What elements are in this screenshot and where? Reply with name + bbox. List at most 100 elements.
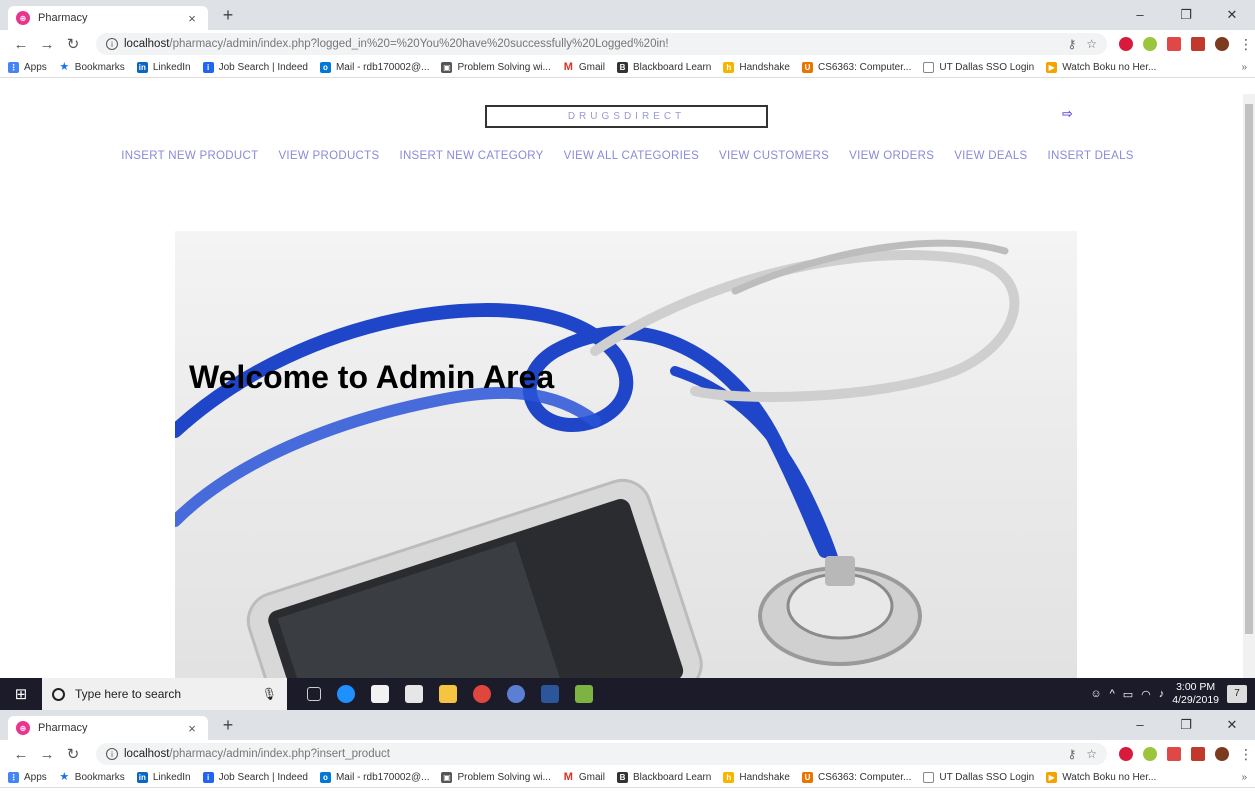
minimize-icon[interactable]: – (1117, 0, 1163, 30)
bookmark-item[interactable]: ★ Bookmarks (59, 62, 124, 74)
forward-icon[interactable]: → (36, 746, 58, 763)
chrome-icon[interactable] (473, 685, 491, 703)
word-icon[interactable] (541, 685, 559, 703)
bookmarks-overflow-icon[interactable]: » (1241, 772, 1247, 783)
nav-insert-category[interactable]: INSERT NEW CATEGORY (399, 150, 543, 162)
key-icon[interactable]: ⚷ (1067, 37, 1076, 51)
new-tab-icon[interactable]: + (218, 5, 238, 26)
reload-icon[interactable]: ↻ (62, 745, 84, 763)
task-view-icon[interactable] (307, 687, 321, 701)
new-tab-icon[interactable]: + (218, 715, 238, 736)
star-icon[interactable]: ☆ (1086, 747, 1097, 761)
bookmark-item[interactable]: U CS6363: Computer... (801, 62, 911, 73)
people-icon[interactable]: ☺ (1090, 688, 1101, 700)
bookmarks-overflow-icon[interactable]: » (1241, 62, 1247, 73)
reload-icon[interactable]: ↻ (62, 35, 84, 53)
adblock-icon[interactable] (1119, 37, 1133, 51)
bookmark-item[interactable]: o Mail - rdb170002@... (319, 62, 429, 73)
back-icon[interactable]: ← (10, 36, 32, 53)
taskbar-search[interactable]: Type here to search 🎙 (42, 678, 287, 710)
pocket-icon[interactable] (1167, 37, 1181, 51)
forward-icon[interactable]: → (36, 36, 58, 53)
bookmark-item[interactable]: M Gmail (563, 772, 605, 784)
bookmark-item[interactable]: ▣ Problem Solving wi... (441, 772, 551, 783)
address-bar[interactable]: i localhost/pharmacy/admin/index.php?ins… (96, 743, 1107, 765)
bookmark-item[interactable]: ▶ Watch Boku no Her... (1046, 772, 1156, 783)
store-icon[interactable] (371, 685, 389, 703)
time: 3:00 PM (1176, 681, 1216, 693)
restore-icon[interactable]: ❐ (1163, 0, 1209, 30)
nav-view-orders[interactable]: VIEW ORDERS (849, 150, 934, 162)
scrollbar-thumb[interactable] (1245, 104, 1253, 634)
nav-view-products[interactable]: VIEW PRODUCTS (278, 150, 379, 162)
logout-icon[interactable]: ⇨ (1062, 106, 1073, 122)
restore-icon[interactable]: ❐ (1163, 710, 1209, 740)
bookmark-item[interactable]: ▣ Problem Solving wi... (441, 62, 551, 73)
profile-avatar[interactable] (1215, 37, 1229, 51)
paint-icon[interactable] (575, 685, 593, 703)
tab-close-icon[interactable]: × (184, 11, 200, 26)
browser-window-1: ⊕ Pharmacy × + – ❐ ✕ ← → ↻ i localhost/p… (0, 0, 1255, 78)
adblock-icon[interactable] (1119, 747, 1133, 761)
info-icon[interactable]: i (106, 38, 118, 50)
bookmark-item[interactable]: h Handshake (723, 62, 790, 73)
bookmark-item[interactable]: ★ Bookmarks (59, 771, 124, 784)
bookmark-item[interactable]: UT Dallas SSO Login (923, 772, 1034, 783)
info-icon[interactable]: i (106, 748, 118, 760)
clock[interactable]: 3:00 PM 4/29/2019 (1172, 681, 1219, 707)
bookmark-item[interactable]: ⋮ Apps (8, 772, 47, 783)
battery-icon[interactable]: ▭ (1123, 688, 1133, 701)
menu-icon[interactable]: ⋮ (1239, 37, 1253, 51)
profile-avatar[interactable] (1215, 747, 1229, 761)
bookmark-item[interactable]: in LinkedIn (136, 62, 191, 73)
extension-icon[interactable] (1143, 37, 1157, 51)
close-window-icon[interactable]: ✕ (1209, 0, 1255, 30)
page-icon (923, 772, 935, 783)
bookmark-item[interactable]: B Blackboard Learn (616, 772, 711, 783)
pocket-icon[interactable] (1167, 747, 1181, 761)
bookmark-item[interactable]: M Gmail (563, 62, 605, 74)
notification-icon[interactable]: 7 (1227, 685, 1247, 703)
bookmark-item[interactable]: UT Dallas SSO Login (923, 62, 1034, 73)
nav-view-deals[interactable]: VIEW DEALS (954, 150, 1027, 162)
nav-view-customers[interactable]: VIEW CUSTOMERS (719, 150, 829, 162)
bookmark-item[interactable]: i Job Search | Indeed (202, 62, 308, 73)
microphone-icon[interactable]: 🎙 (262, 687, 277, 701)
bookmark-item[interactable]: o Mail - rdb170002@... (319, 772, 429, 783)
bookmark-item[interactable]: in LinkedIn (136, 772, 191, 783)
wifi-icon[interactable]: ◠ (1141, 688, 1151, 701)
brand-logo[interactable]: DRUGSDIRECT (485, 105, 768, 128)
bookmark-item[interactable]: ▶ Watch Boku no Her... (1046, 62, 1156, 73)
windows-start-icon[interactable]: ⊞ (0, 685, 42, 703)
close-window-icon[interactable]: ✕ (1209, 710, 1255, 740)
file-explorer-icon[interactable] (439, 685, 457, 703)
pdf-icon[interactable] (1191, 37, 1205, 51)
extension-icon[interactable] (1143, 747, 1157, 761)
chevron-up-icon[interactable]: ^ (1110, 688, 1115, 700)
date: 4/29/2019 (1172, 694, 1219, 706)
mail-icon[interactable] (405, 685, 423, 703)
star-icon: ★ (59, 771, 70, 783)
edge-icon[interactable] (337, 685, 355, 703)
tab-pharmacy[interactable]: ⊕ Pharmacy × (8, 6, 208, 30)
bookmark-item[interactable]: h Handshake (723, 772, 790, 783)
nav-insert-product[interactable]: INSERT NEW PRODUCT (121, 150, 258, 162)
key-icon[interactable]: ⚷ (1067, 747, 1076, 761)
nav-view-categories[interactable]: VIEW ALL CATEGORIES (564, 150, 699, 162)
bookmark-item[interactable]: ⋮ Apps (8, 62, 47, 73)
bookmark-item[interactable]: i Job Search | Indeed (202, 772, 308, 783)
bookmark-item[interactable]: B Blackboard Learn (616, 62, 711, 73)
minimize-icon[interactable]: – (1117, 710, 1163, 740)
pdf-icon[interactable] (1191, 747, 1205, 761)
menu-icon[interactable]: ⋮ (1239, 747, 1253, 761)
star-icon[interactable]: ☆ (1086, 37, 1097, 51)
r-icon[interactable] (507, 685, 525, 703)
tab-pharmacy[interactable]: ⊕ Pharmacy × (8, 716, 208, 740)
nav-insert-deals[interactable]: INSERT DEALS (1048, 150, 1134, 162)
address-bar[interactable]: i localhost/pharmacy/admin/index.php?log… (96, 33, 1107, 55)
bookmark-item[interactable]: U CS6363: Computer... (801, 772, 911, 783)
back-icon[interactable]: ← (10, 746, 32, 763)
tab-close-icon[interactable]: × (184, 721, 200, 736)
volume-icon[interactable]: ♪ (1159, 688, 1165, 700)
page-scrollbar[interactable] (1243, 94, 1255, 678)
